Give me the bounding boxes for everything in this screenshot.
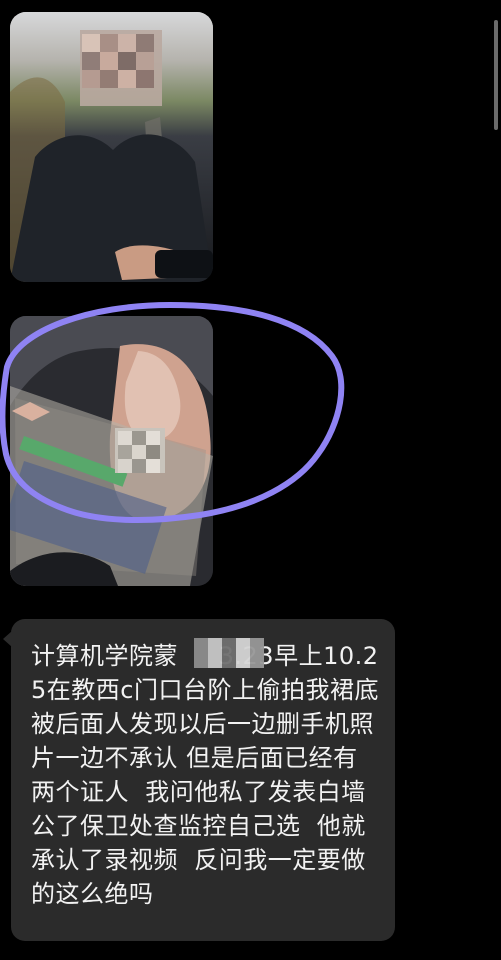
scrollbar[interactable] xyxy=(494,20,498,130)
photo-message-2[interactable] xyxy=(10,316,213,586)
photo-message-1[interactable] xyxy=(10,12,213,282)
bubble-tail xyxy=(3,631,12,647)
photo-2-image xyxy=(10,316,213,586)
message-text: 计算机学院蒙 3.23早上10.25在教西c门口台阶上偷拍我裙底 被后面人发现以… xyxy=(31,642,379,908)
redaction-block xyxy=(194,638,264,668)
chat-area[interactable]: 计算机学院蒙 3.23早上10.25在教西c门口台阶上偷拍我裙底 被后面人发现以… xyxy=(0,0,501,960)
photo-1-image xyxy=(10,12,213,282)
